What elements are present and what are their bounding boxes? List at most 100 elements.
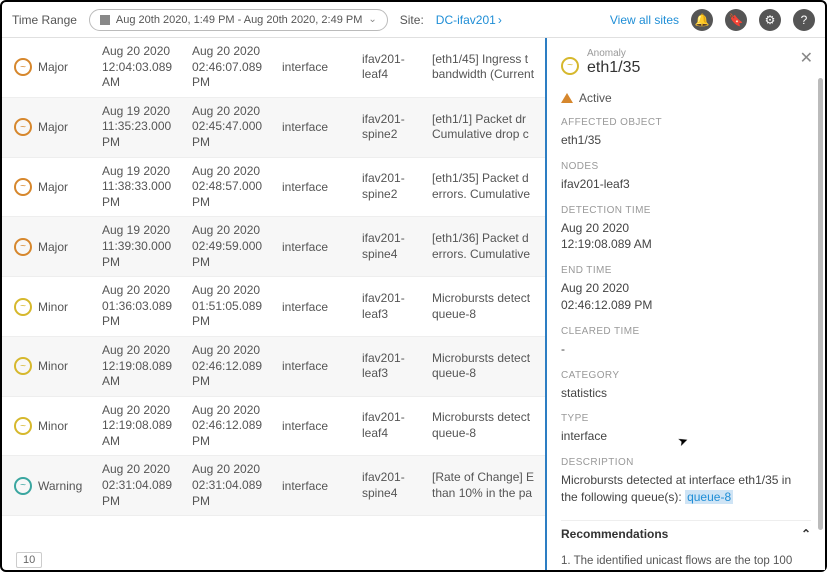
- end-time: Aug 20 202002:48:57.000PM: [192, 164, 282, 211]
- severity-icon: ~: [14, 298, 32, 316]
- description-cell: [eth1/35] Packet derrors. Cumulative: [432, 171, 545, 202]
- detection-label: DETECTION TIME: [561, 205, 811, 216]
- start-time: Aug 19 202011:39:30.000PM: [102, 223, 192, 270]
- end-time: Aug 20 202002:46:12.089PM: [192, 403, 282, 450]
- severity-icon: ~: [14, 238, 32, 256]
- category-label: CATEGORY: [561, 370, 811, 381]
- status-row: Active: [561, 91, 811, 105]
- time-range-value: Aug 20th 2020, 1:49 PM - Aug 20th 2020, …: [116, 14, 362, 26]
- anomaly-table: ~MajorAug 20 202012:04:03.089AMAug 20 20…: [2, 38, 545, 570]
- table-row[interactable]: ~WarningAug 20 202002:31:04.089PMAug 20 …: [2, 456, 545, 516]
- affected-label: AFFECTED OBJECT: [561, 117, 811, 128]
- detail-panel: ✕ ~ Anomaly eth1/35 Active AFFECTED OBJE…: [545, 38, 825, 570]
- node-cell: ifav201-spine4: [362, 231, 432, 262]
- table-row[interactable]: ~MinorAug 20 202012:19:08.089AMAug 20 20…: [2, 397, 545, 457]
- warning-icon: [561, 93, 573, 103]
- affected-value: eth1/35: [561, 132, 811, 149]
- node-cell: ifav201-leaf3: [362, 351, 432, 382]
- chevron-up-icon: ⌃: [801, 527, 811, 541]
- bookmark-icon[interactable]: 🔖: [725, 9, 747, 31]
- table-row[interactable]: ~MinorAug 20 202012:19:08.089AMAug 20 20…: [2, 337, 545, 397]
- severity-text: Minor: [38, 300, 68, 314]
- node-cell: ifav201-spine2: [362, 112, 432, 143]
- queue-link[interactable]: queue-8: [685, 490, 733, 504]
- category-cell: interface: [282, 60, 362, 74]
- top-bar: Time Range Aug 20th 2020, 1:49 PM - Aug …: [2, 2, 825, 38]
- category-cell: interface: [282, 240, 362, 254]
- calendar-icon: [100, 15, 110, 25]
- end-time: Aug 20 202001:51:05.089PM: [192, 283, 282, 330]
- category-cell: interface: [282, 479, 362, 493]
- scrollbar[interactable]: [818, 78, 823, 530]
- close-icon[interactable]: ✕: [800, 48, 813, 68]
- site-link[interactable]: DC-ifav201 ›: [436, 13, 502, 27]
- start-time: Aug 20 202012:19:08.089AM: [102, 343, 192, 390]
- site-value: DC-ifav201: [436, 13, 496, 27]
- start-time: Aug 19 202011:35:23.000PM: [102, 104, 192, 151]
- description-cell: Microbursts detectqueue-8: [432, 410, 545, 441]
- severity-icon: ~: [561, 57, 579, 75]
- table-row[interactable]: ~MinorAug 20 202001:36:03.089PMAug 20 20…: [2, 277, 545, 337]
- category-cell: interface: [282, 359, 362, 373]
- table-row[interactable]: ~ Major Aug 19 202011:39:30.000PMAug 20 20…: [2, 217, 545, 277]
- node-cell: ifav201-leaf4: [362, 410, 432, 441]
- description-cell: [eth1/1] Packet drCumulative drop c: [432, 112, 545, 143]
- description-cell: [eth1/36] Packet derrors. Cumulative: [432, 231, 545, 262]
- end-time: Aug 20 202002:46:07.089PM: [192, 44, 282, 91]
- category-cell: interface: [282, 180, 362, 194]
- category-cell: interface: [282, 419, 362, 433]
- time-range-picker[interactable]: Aug 20th 2020, 1:49 PM - Aug 20th 2020, …: [89, 9, 388, 31]
- severity-icon: ~: [14, 178, 32, 196]
- site-label: Site:: [400, 13, 424, 27]
- node-cell: ifav201-spine4: [362, 470, 432, 501]
- table-row[interactable]: ~ Major Aug 19 202011:35:23.000PMAug 20 20…: [2, 98, 545, 158]
- start-time: Aug 20 202002:31:04.089PM: [102, 462, 192, 509]
- description-cell: Microbursts detectqueue-8: [432, 291, 545, 322]
- description-cell: [Rate of Change] Ethan 10% in the pa: [432, 470, 545, 501]
- node-cell: ifav201-leaf3: [362, 291, 432, 322]
- node-cell: ifav201-spine2: [362, 171, 432, 202]
- start-time: Aug 19 202011:38:33.000PM: [102, 164, 192, 211]
- recommendations-toggle[interactable]: Recommendations ⌃: [561, 520, 811, 547]
- severity-icon: ~: [14, 118, 32, 136]
- table-row[interactable]: ~ Major Aug 20 202012:04:03.089AMAug 20 20…: [2, 38, 545, 98]
- help-icon[interactable]: ?: [793, 9, 815, 31]
- anomaly-title: eth1/35: [587, 59, 640, 77]
- view-all-sites-link[interactable]: View all sites: [610, 13, 679, 27]
- nodes-value: ifav201-leaf3: [561, 176, 811, 193]
- end-value: Aug 20 202002:46:12.089 PM: [561, 280, 811, 314]
- chevron-right-icon: ›: [498, 13, 502, 27]
- start-time: Aug 20 202012:04:03.089AM: [102, 44, 192, 91]
- severity-text: Warning: [38, 479, 82, 493]
- detection-value: Aug 20 202012:19:08.089 AM: [561, 220, 811, 254]
- description-cell: Microbursts detectqueue-8: [432, 351, 545, 382]
- end-label: END TIME: [561, 265, 811, 276]
- category-cell: interface: [282, 300, 362, 314]
- severity-icon: ~: [14, 417, 32, 435]
- nodes-label: NODES: [561, 161, 811, 172]
- severity-text: Major: [38, 240, 68, 254]
- table-row[interactable]: ~ Major Aug 19 202011:38:33.000PMAug 20 20…: [2, 158, 545, 218]
- severity-icon: ~: [14, 58, 32, 76]
- chevron-down-icon: ⌄: [368, 14, 376, 25]
- end-time: Aug 20 202002:45:47.000PM: [192, 104, 282, 151]
- description-value: Microbursts detected at interface eth1/3…: [561, 472, 811, 506]
- description-cell: [eth1/45] Ingress tbandwidth (Current: [432, 52, 545, 83]
- gear-icon[interactable]: ⚙: [759, 9, 781, 31]
- bell-icon[interactable]: 🔔: [691, 9, 713, 31]
- severity-icon: ~: [14, 477, 32, 495]
- description-label: DESCRIPTION: [561, 457, 811, 468]
- page-size-select[interactable]: 10: [16, 552, 42, 568]
- category-value: statistics: [561, 385, 811, 402]
- time-range-label: Time Range: [12, 13, 77, 27]
- severity-text: Major: [38, 60, 68, 74]
- start-time: Aug 20 202012:19:08.089AM: [102, 403, 192, 450]
- severity-text: Major: [38, 120, 68, 134]
- main-content: ~MajorAug 20 202012:04:03.089AMAug 20 20…: [2, 38, 825, 570]
- category-cell: interface: [282, 120, 362, 134]
- cleared-value: -: [561, 341, 811, 358]
- end-time: Aug 20 202002:46:12.089PM: [192, 343, 282, 390]
- end-time: Aug 20 202002:49:59.000PM: [192, 223, 282, 270]
- anomaly-label: Anomaly: [587, 48, 640, 59]
- severity-text: Major: [38, 180, 68, 194]
